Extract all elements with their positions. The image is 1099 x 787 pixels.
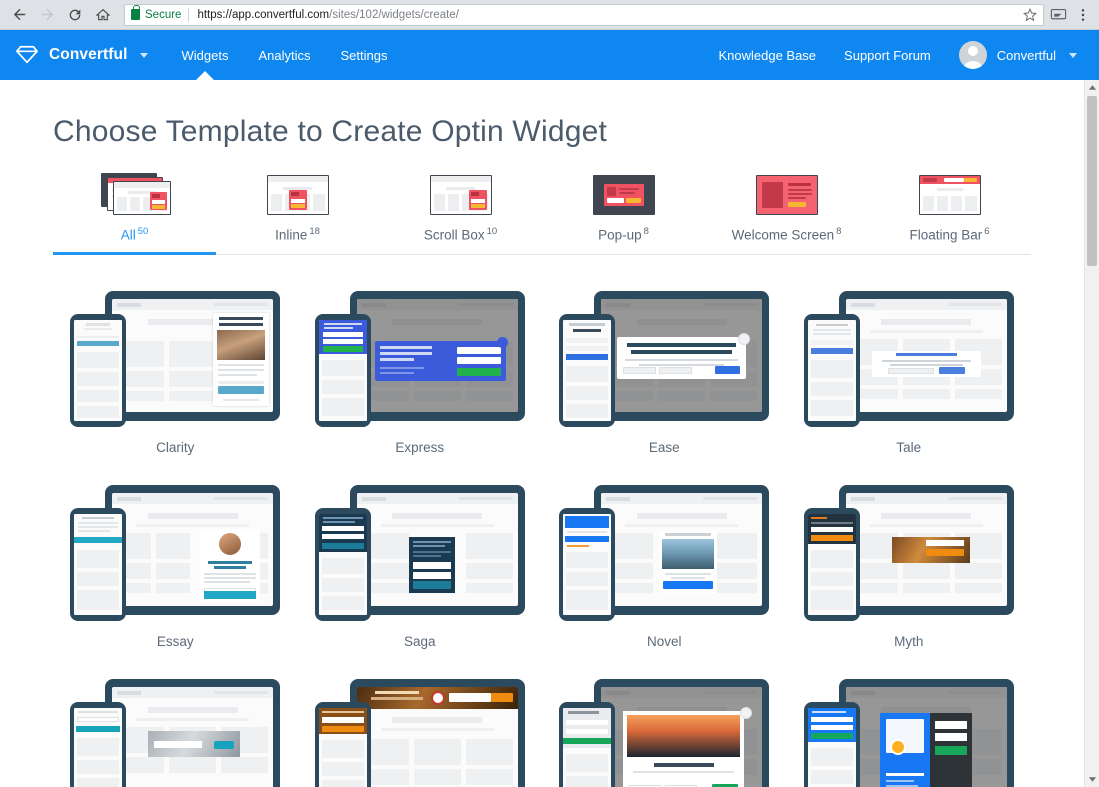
page-content: Choose Template to Create Optin Widget A… <box>0 80 1084 787</box>
template-preview <box>559 287 770 427</box>
secondary-nav: Knowledge Base Support Forum Convertful <box>718 41 1077 69</box>
nav-item-analytics[interactable]: Analytics <box>258 30 310 80</box>
nav-item-settings[interactable]: Settings <box>341 30 388 80</box>
star-icon[interactable] <box>1023 7 1037 22</box>
account-menu[interactable]: Convertful <box>958 41 1077 69</box>
template-name: Tale <box>896 439 922 455</box>
template-card-myth[interactable]: Myth <box>787 481 1032 649</box>
template-card-essay[interactable]: Essay <box>53 481 298 649</box>
tab-inline-label: Inline 18 <box>275 226 320 243</box>
template-name: Ease <box>648 439 680 455</box>
address-bar[interactable]: Secure https://app.convertful.com/sites/… <box>124 3 1044 26</box>
template-card-row3-c[interactable] <box>542 675 787 787</box>
forward-button[interactable] <box>34 2 60 28</box>
tab-welcome-screen-thumbnail <box>745 171 829 217</box>
arrow-right-icon <box>41 8 53 21</box>
template-card-ease[interactable]: Ease <box>542 287 787 455</box>
tab-all-label: All 50 <box>120 226 149 243</box>
omnibox-separator <box>188 7 190 22</box>
account-name: Convertful <box>996 47 1056 63</box>
template-preview <box>314 481 525 621</box>
brand-chevron-down-icon[interactable] <box>139 52 148 58</box>
security-label: Secure <box>145 8 182 21</box>
template-preview <box>803 287 1014 427</box>
tab-scroll-box-thumbnail <box>419 171 503 217</box>
scroll-up-arrow-icon[interactable] <box>1085 80 1099 95</box>
browser-toolbar: Secure https://app.convertful.com/sites/… <box>0 0 1099 30</box>
tab-pop-up-thumbnail <box>582 171 666 217</box>
tab-scroll-box-label: Scroll Box 10 <box>423 226 498 243</box>
template-card-row3-d[interactable] <box>787 675 1032 787</box>
tab-inline[interactable]: Inline 18 <box>216 171 379 254</box>
template-preview <box>314 675 525 787</box>
template-name: Essay <box>156 633 194 649</box>
template-card-saga[interactable]: Saga <box>298 481 543 649</box>
reload-icon <box>69 9 81 20</box>
tab-floating-bar[interactable]: Floating Bar 6 <box>868 171 1031 254</box>
nav-item-widgets[interactable]: Widgets <box>182 30 229 80</box>
tab-scroll-box[interactable]: Scroll Box 10 <box>379 171 542 254</box>
scrollbar-thumb[interactable] <box>1087 96 1097 266</box>
widget-type-tabs: All 50 Inline 18 Scroll Box 10 Pop-up 8 … <box>53 171 1031 255</box>
template-card-clarity[interactable]: Clarity <box>53 287 298 455</box>
nav-item-support-forum[interactable]: Support Forum <box>844 48 931 63</box>
template-preview <box>70 675 281 787</box>
tab-floating-bar-label: Floating Bar 6 <box>909 226 990 243</box>
template-card-tale[interactable]: Tale <box>787 287 1032 455</box>
three-dots-menu-icon[interactable] <box>1075 7 1091 23</box>
url-path: /sites/102/widgets/create/ <box>329 8 459 21</box>
reload-button[interactable] <box>62 2 88 28</box>
template-preview <box>803 675 1014 787</box>
template-preview <box>314 287 525 427</box>
browser-nav-buttons <box>6 2 116 28</box>
home-button[interactable] <box>90 2 116 28</box>
template-preview <box>70 481 281 621</box>
page-scrollbar[interactable] <box>1084 80 1099 787</box>
page-title: Choose Template to Create Optin Widget <box>53 115 608 148</box>
arrow-left-icon <box>13 8 25 21</box>
template-name: Express <box>395 439 445 455</box>
tab-all[interactable]: All 50 <box>53 171 216 254</box>
template-preview <box>559 675 770 787</box>
template-card-express[interactable]: Express <box>298 287 543 455</box>
scroll-down-arrow-icon[interactable] <box>1085 772 1099 787</box>
diamond-logo-icon <box>16 45 38 64</box>
tab-pop-up-label: Pop-up 8 <box>598 226 649 243</box>
user-avatar-icon <box>958 41 987 69</box>
template-card-row3-b[interactable] <box>298 675 543 787</box>
template-preview <box>70 287 281 427</box>
app-navbar: Convertful Widgets Analytics Settings Kn… <box>0 30 1099 80</box>
home-icon <box>95 8 111 20</box>
template-name: Clarity <box>156 439 195 455</box>
tab-inline-thumbnail <box>256 171 340 217</box>
tab-welcome-screen-label: Welcome Screen 8 <box>731 226 842 243</box>
tab-all-thumbnail <box>93 171 177 217</box>
url-text: https://app.convertful.com/sites/102/wid… <box>197 9 458 21</box>
cast-icon[interactable] <box>1050 6 1067 23</box>
tab-floating-bar-thumbnail <box>908 171 992 217</box>
account-chevron-down-icon[interactable] <box>1069 52 1077 58</box>
template-card-novel[interactable]: Novel <box>542 481 787 649</box>
url-origin: https://app.convertful.com <box>197 8 330 21</box>
tab-pop-up[interactable]: Pop-up 8 <box>542 171 705 254</box>
template-name: Myth <box>894 633 924 649</box>
lock-icon <box>131 5 140 20</box>
template-preview <box>559 481 770 621</box>
primary-nav: Widgets Analytics Settings <box>182 30 388 80</box>
back-button[interactable] <box>6 2 32 28</box>
template-name: Novel <box>646 633 682 649</box>
template-name: Saga <box>403 633 436 649</box>
tab-welcome-screen[interactable]: Welcome Screen 8 <box>705 171 868 254</box>
template-grid: Clarity Express Ease Tale Essay Saga Nov… <box>53 287 1031 787</box>
brand-name: Convertful <box>49 46 128 63</box>
brand-logo[interactable]: Convertful <box>14 44 148 66</box>
nav-item-knowledge-base[interactable]: Knowledge Base <box>718 48 816 63</box>
template-card-row3-a[interactable] <box>53 675 298 787</box>
template-preview <box>803 481 1014 621</box>
